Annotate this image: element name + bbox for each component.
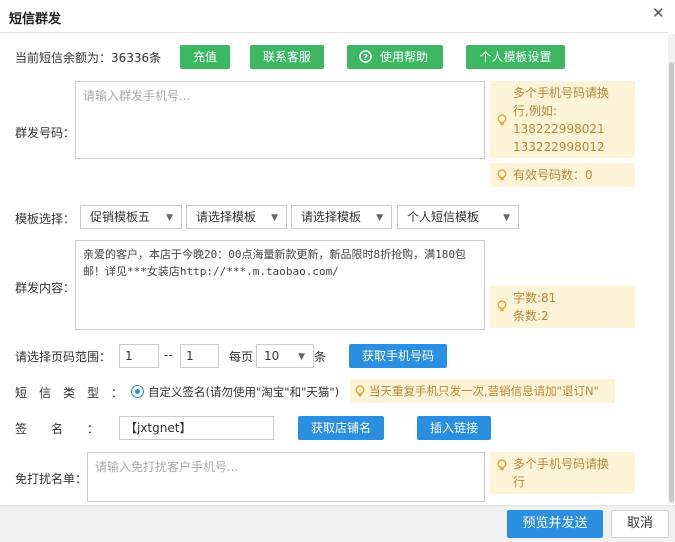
contact-service-button[interactable]: 联系客服 [250,45,324,69]
page-to-input[interactable]: 1 [180,344,219,368]
per-page-label: 每页 [229,350,254,364]
recipients-tip-line: 133222998012 [513,140,605,154]
sms-balance: 当前短信余额为：36336条 [15,51,162,65]
valid-count-tip: 有效号码数：0 [490,163,635,187]
page-range-label: 请选择页码范围： [15,350,112,364]
custom-signature-radio[interactable] [131,385,144,398]
template-select-2[interactable]: 请选择模板 ▼ [186,205,287,229]
select-value: 促销模板五 [90,210,151,224]
svg-text:?: ? [363,52,368,62]
lightbulb-icon [497,169,507,181]
sms-type-tip: 当天重复手机只发一次,营销信息请加"退订N" [350,379,615,403]
lightbulb-icon [355,385,365,397]
recipients-tip: 多个手机号码请换 行,例如: 138222998021 133222998012 [490,81,635,158]
template-select-3[interactable]: 请选择模板 ▼ [291,205,392,229]
template-label: 模板选择： [15,212,76,226]
scrollbar-thumb[interactable] [669,62,674,502]
page-range-separator: -- [164,348,173,362]
signature-label: 签 名 ： [15,422,100,436]
close-icon[interactable]: ✕ [652,4,665,22]
header-divider [0,32,668,33]
help-icon: ? [359,50,372,63]
per-page-unit: 条 [314,350,327,364]
blocklist-label: 免打扰名单： [15,472,88,486]
template-select-promo[interactable]: 促销模板五 ▼ [80,205,182,229]
sms-type-label: 短 信 类 型 ： [15,386,124,400]
recharge-button[interactable]: 充值 [180,45,230,69]
blocklist-input[interactable]: 请输入免打扰客户手机号... [87,452,485,502]
blocklist-tip-line: 行 [513,475,526,489]
custom-signature-option[interactable]: 自定义签名(请勿使用"淘宝"和"天猫") [148,384,339,400]
sms-type-tip-text: 当天重复手机只发一次,营销信息请加"退订N" [369,384,599,398]
select-value: 10 [264,349,280,363]
chevron-down-icon: ▼ [271,213,278,223]
cancel-button[interactable]: 取消 [611,510,669,538]
chevron-down-icon: ▼ [503,213,510,223]
dialog-title: 短信群发 [9,12,62,27]
recipients-tip-line: 行,例如: [513,104,557,118]
lightbulb-icon [497,300,507,312]
select-value: 请选择模板 [301,210,362,224]
chevron-down-icon: ▼ [166,213,173,223]
recipients-tip-line: 138222998021 [513,122,605,136]
page-from-input[interactable]: 1 [119,344,159,368]
msg-count: 条数:2 [513,309,549,323]
lightbulb-icon [497,114,507,126]
valid-count: 有效号码数：0 [513,168,593,182]
select-value: 个人短信模板 [407,210,480,224]
content-textarea[interactable]: 亲爱的客户，本店于今晚20：00点海量新款更新，新品限时8折抢购，满180包邮！… [75,240,485,330]
help-button-label: 使用帮助 [379,50,428,64]
template-select-personal[interactable]: 个人短信模板 ▼ [397,205,519,229]
template-settings-button[interactable]: 个人模板设置 [466,45,565,69]
get-shop-name-button[interactable]: 获取店铺名 [298,416,384,440]
select-value: 请选择模板 [196,210,257,224]
preview-send-button[interactable]: 预览并发送 [507,510,603,538]
content-count-tip: 字数:81 条数:2 [490,286,635,328]
chevron-down-icon: ▼ [298,352,305,362]
chevron-down-icon: ▼ [376,213,383,223]
lightbulb-icon [497,459,507,471]
content-label: 群发内容： [15,281,76,295]
blocklist-tip-line: 多个手机号码请换 [513,457,610,471]
help-button[interactable]: ? 使用帮助 [347,45,443,69]
blocklist-tip: 多个手机号码请换 行 [490,452,635,494]
recipients-input[interactable]: 请输入群发手机号... [75,81,485,159]
insert-link-button[interactable]: 插入链接 [417,416,491,440]
recipients-label: 群发号码： [15,126,76,140]
recipients-tip-line: 多个手机号码请换 [513,86,610,100]
signature-input[interactable]: 【jxtgnet】 [119,416,274,440]
per-page-select[interactable]: 10 ▼ [256,344,314,368]
fetch-numbers-button[interactable]: 获取手机号码 [349,344,447,368]
char-count: 字数:81 [513,291,557,305]
